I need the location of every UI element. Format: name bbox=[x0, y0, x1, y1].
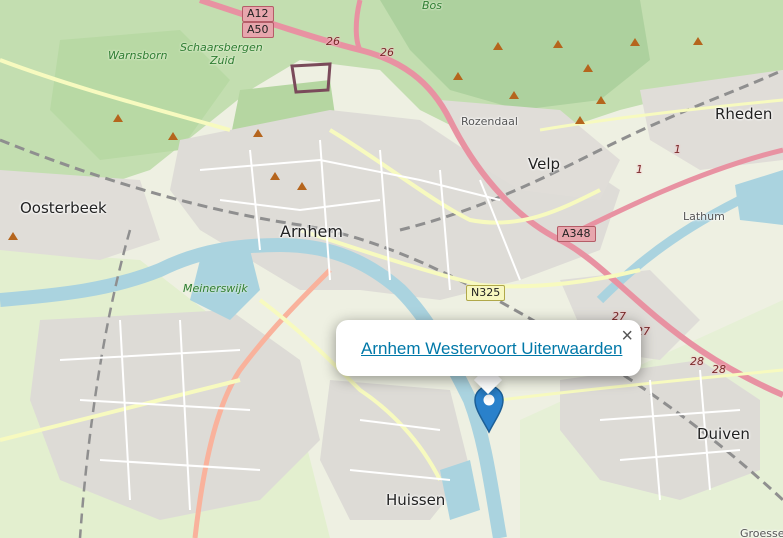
place-label-arnhem: Arnhem bbox=[280, 222, 343, 241]
road-ref-1-west: 1 bbox=[636, 163, 643, 176]
road-ref-28-east: 28 bbox=[712, 363, 726, 376]
place-label-bos: Bos bbox=[422, 0, 443, 12]
road-ref-26-west: 26 bbox=[326, 35, 340, 48]
popup-location-link[interactable]: Arnhem Westervoort Uiterwaarden bbox=[361, 339, 622, 359]
road-shield-a50: A50 bbox=[242, 22, 274, 38]
road-ref-28-west: 28 bbox=[690, 355, 704, 368]
map-popup: Arnhem Westervoort Uiterwaarden × bbox=[336, 320, 641, 376]
place-label-rheden: Rheden bbox=[715, 105, 773, 123]
map-view[interactable]: Arnhem Oosterbeek Velp Rheden Rozendaal … bbox=[0, 0, 783, 538]
road-ref-26-east: 26 bbox=[380, 46, 394, 59]
road-ref-1-east: 1 bbox=[674, 143, 681, 156]
place-label-duiven: Duiven bbox=[697, 425, 750, 443]
place-label-schaarsbergen-zuid: Zuid bbox=[210, 54, 235, 67]
road-shield-a348: A348 bbox=[557, 226, 596, 242]
place-label-huissen: Huissen bbox=[386, 491, 446, 509]
place-label-meinerswijk: Meinerswijk bbox=[183, 282, 248, 295]
place-label-schaarsbergen: Schaarsbergen bbox=[180, 41, 263, 54]
place-label-groessen: Groessen bbox=[740, 527, 783, 538]
popup-close-button[interactable]: × bbox=[621, 326, 633, 346]
place-label-oosterbeek: Oosterbeek bbox=[20, 199, 107, 217]
road-shield-a12: A12 bbox=[242, 6, 274, 22]
map-tiles bbox=[0, 0, 783, 538]
road-shield-n325: N325 bbox=[466, 285, 506, 301]
place-label-rozendaal: Rozendaal bbox=[461, 115, 518, 128]
place-label-velp: Velp bbox=[528, 155, 561, 173]
place-label-warnsborn: Warnsborn bbox=[108, 49, 168, 62]
place-label-lathum: Lathum bbox=[683, 210, 725, 223]
